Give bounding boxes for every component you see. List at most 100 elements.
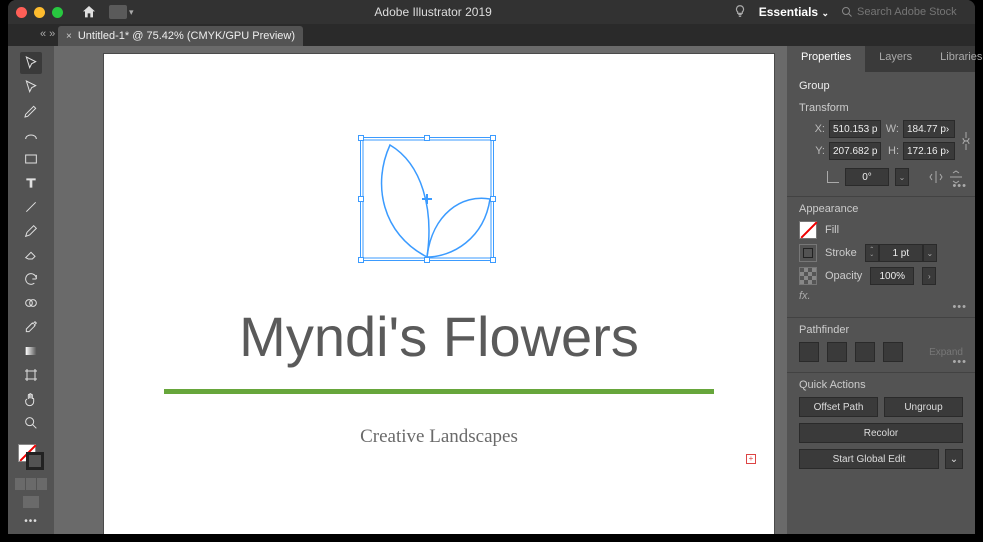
tab-properties[interactable]: Properties [787, 46, 865, 72]
pathfinder-more-options[interactable]: ••• [952, 356, 967, 368]
w-input[interactable] [903, 120, 955, 138]
y-label: Y: [811, 145, 825, 157]
pathfinder-minus-front[interactable] [827, 342, 847, 362]
rotate-dropdown[interactable]: ⌄ [895, 168, 909, 186]
resize-handle[interactable] [490, 257, 496, 263]
transform-title: Transform [799, 102, 963, 114]
resize-handle[interactable] [358, 196, 364, 202]
h-label: H: [885, 145, 899, 157]
headline-text[interactable]: Myndi's Flowers [104, 304, 774, 369]
lightbulb-icon[interactable] [733, 4, 747, 21]
resize-handle[interactable] [490, 196, 496, 202]
transform-more-options[interactable]: ••• [952, 180, 967, 192]
search-input[interactable] [857, 6, 967, 18]
stroke-label: Stroke [825, 247, 857, 259]
resize-handle[interactable] [424, 135, 430, 141]
divider-line[interactable] [164, 389, 714, 394]
h-input[interactable] [903, 142, 955, 160]
document-tab[interactable]: × Untitled-1* @ 75.42% (CMYK/GPU Preview… [58, 26, 303, 46]
stroke-stepper-down[interactable]: ⌃⌄ [865, 244, 879, 262]
global-edit-dropdown[interactable]: ⌄ [945, 449, 963, 469]
maximize-icon[interactable] [52, 7, 63, 18]
tab-libraries[interactable]: Libraries [926, 46, 983, 72]
edit-toolbar-button[interactable]: ••• [24, 516, 38, 527]
shape-builder-tool[interactable] [20, 292, 42, 314]
home-icon[interactable] [81, 4, 97, 20]
ungroup-button[interactable]: Ungroup [884, 397, 963, 417]
rotate-tool[interactable] [20, 268, 42, 290]
tab-label: Untitled-1* @ 75.42% (CMYK/GPU Preview) [78, 30, 295, 42]
stroke-swatch[interactable] [799, 244, 817, 262]
zoom-tool[interactable] [20, 412, 42, 434]
resize-handle[interactable] [490, 135, 496, 141]
window-controls [16, 7, 63, 18]
stroke-swatch[interactable] [26, 452, 44, 470]
start-global-edit-button[interactable]: Start Global Edit [799, 449, 939, 469]
line-tool[interactable] [20, 196, 42, 218]
tab-layers[interactable]: Layers [865, 46, 926, 72]
curvature-tool[interactable] [20, 124, 42, 146]
reference-point-selector[interactable] [799, 120, 801, 142]
fx-button[interactable]: fx. [799, 290, 811, 302]
pathfinder-section: Pathfinder Expand ••• [787, 318, 975, 373]
app-window: ▾ Adobe Illustrator 2019 Essentials ⌄ « … [8, 0, 975, 534]
screen-mode-button[interactable] [23, 496, 39, 508]
resize-handle[interactable] [358, 257, 364, 263]
selection-bounding-box [360, 137, 494, 261]
center-point-icon [422, 194, 432, 204]
offset-path-button[interactable]: Offset Path [799, 397, 878, 417]
opacity-swatch[interactable] [799, 267, 817, 285]
workspace-switcher[interactable]: Essentials ⌄ [759, 5, 829, 19]
fill-swatch[interactable] [799, 221, 817, 239]
artboard-tool[interactable] [20, 364, 42, 386]
x-input[interactable] [829, 120, 881, 138]
titlebar: ▾ Adobe Illustrator 2019 Essentials ⌄ [8, 0, 975, 24]
recolor-button[interactable]: Recolor [799, 423, 963, 443]
flip-horizontal-icon[interactable] [929, 170, 943, 184]
angle-icon [827, 171, 839, 183]
close-tab-icon[interactable]: × [66, 31, 72, 42]
opacity-dropdown[interactable]: › [922, 267, 936, 285]
arrange-documents-button[interactable] [109, 5, 127, 19]
stroke-weight-input[interactable]: 1 pt [879, 244, 923, 262]
canvas[interactable]: Myndi's Flowers Creative Landscapes + [54, 46, 787, 534]
opacity-label: Opacity [825, 270, 862, 282]
rotate-input[interactable]: 0° [845, 168, 889, 186]
direct-selection-tool[interactable] [20, 76, 42, 98]
minimize-icon[interactable] [34, 7, 45, 18]
search-stock[interactable] [841, 6, 967, 18]
pathfinder-exclude[interactable] [883, 342, 903, 362]
stroke-weight-dropdown[interactable]: ⌄ [923, 244, 937, 262]
type-tool[interactable] [20, 172, 42, 194]
pen-tool[interactable] [20, 100, 42, 122]
eyedropper-tool[interactable] [20, 316, 42, 338]
w-label: W: [885, 123, 899, 135]
y-input[interactable] [829, 142, 881, 160]
transform-section: Transform X: W: Y: [787, 96, 975, 197]
appearance-more-options[interactable]: ••• [952, 301, 967, 313]
quick-actions-title: Quick Actions [799, 379, 963, 391]
chevron-down-icon: ⌄ [821, 8, 829, 18]
gradient-tool[interactable] [20, 340, 42, 362]
resize-handle[interactable] [358, 135, 364, 141]
subhead-text[interactable]: Creative Landscapes [104, 426, 774, 448]
hand-tool[interactable] [20, 388, 42, 410]
tab-nav-arrows[interactable]: « » [40, 28, 55, 40]
overflow-indicator-icon[interactable]: + [746, 454, 756, 464]
properties-panel: Properties Layers Libraries Group Transf… [787, 46, 975, 534]
app-title: Adobe Illustrator 2019 [134, 5, 733, 19]
selection-tool[interactable] [20, 52, 42, 74]
eraser-tool[interactable] [20, 244, 42, 266]
close-icon[interactable] [16, 7, 27, 18]
resize-handle[interactable] [424, 257, 430, 263]
link-dimensions-icon[interactable] [961, 130, 971, 155]
selected-logo-group[interactable] [362, 139, 492, 259]
paintbrush-tool[interactable] [20, 220, 42, 242]
rectangle-tool[interactable] [20, 148, 42, 170]
fill-label: Fill [825, 224, 839, 236]
opacity-input[interactable]: 100% [870, 267, 914, 285]
fill-stroke-swatch[interactable] [18, 444, 44, 470]
draw-mode-buttons[interactable] [15, 478, 47, 490]
pathfinder-intersect[interactable] [855, 342, 875, 362]
pathfinder-unite[interactable] [799, 342, 819, 362]
